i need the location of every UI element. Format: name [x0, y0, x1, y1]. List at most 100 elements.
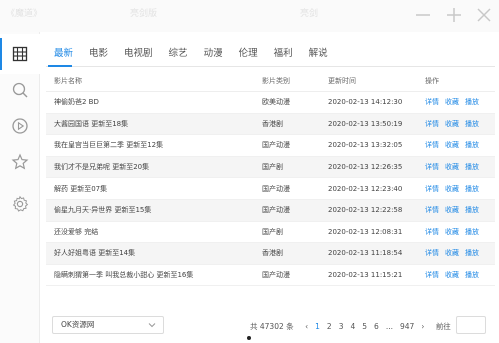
goto-label: 前往 [435, 321, 451, 331]
active-tab-indicator [48, 65, 72, 67]
play-link[interactable]: 播放 [465, 140, 479, 150]
tab-1[interactable]: 电影 [81, 44, 116, 64]
category-tabs: 最新 电影 电视剧 综艺 动漫 伦理 福利 解说 [46, 44, 336, 68]
details-link[interactable]: 详情 [425, 270, 439, 280]
row-actions: 详情 收藏 播放 [425, 270, 495, 280]
row-actions: 详情 收藏 播放 [425, 119, 495, 129]
video-table: 影片名称 影片类别 更新时间 操作 神偷奶爸2 BD 欧美动漫 2020-02-13… [46, 70, 495, 287]
sidebar-item-settings[interactable] [0, 184, 40, 224]
video-update-time: 2020-02-13 12:26:35 [328, 163, 403, 172]
favorite-link[interactable]: 收藏 [445, 119, 459, 129]
play-link[interactable]: 播放 [465, 270, 479, 280]
favorite-link[interactable]: 收藏 [445, 184, 459, 194]
details-link[interactable]: 详情 [425, 184, 439, 194]
pagination: 共 47302 条 ‹ 1 2 3 4 5 6... 947 › 前往 [250, 319, 451, 333]
tab-4[interactable]: 动漫 [196, 44, 231, 64]
play-link[interactable]: 播放 [465, 97, 479, 107]
source-select[interactable]: OK资源网 [52, 316, 164, 334]
details-link[interactable]: 详情 [425, 140, 439, 150]
video-name: 我们才不是兄弟呢 更新至20集 [54, 163, 150, 172]
video-update-time: 2020-02-13 13:50:19 [328, 119, 403, 128]
minus-icon [416, 14, 430, 16]
favorite-link[interactable]: 收藏 [445, 227, 459, 237]
close-icon [477, 8, 491, 22]
sidebar-item-favorites[interactable] [0, 142, 40, 182]
row-actions: 详情 收藏 播放 [425, 248, 495, 258]
details-link[interactable]: 详情 [425, 205, 439, 215]
play-link[interactable]: 播放 [465, 162, 479, 172]
tab-7[interactable]: 解说 [301, 44, 336, 64]
video-name: 大酱园国语 更新至18集 [54, 119, 129, 128]
favorite-link[interactable]: 收藏 [445, 248, 459, 258]
row-actions: 详情 收藏 播放 [425, 227, 495, 237]
minimize-button[interactable] [414, 6, 432, 24]
tab-3[interactable]: 综艺 [161, 44, 196, 64]
page-button[interactable]: 6 [371, 322, 383, 331]
details-link[interactable]: 详情 [425, 119, 439, 129]
search-icon [12, 82, 28, 98]
film-grid-icon [12, 46, 28, 62]
table-row: 我在皇宫当巨巨第二季 更新至12集 国产动漫 2020-02-13 13:32:05… [46, 135, 495, 157]
tab-0[interactable]: 最新 [46, 44, 81, 64]
source-select-value: OK资源网 [61, 320, 95, 329]
sidebar-item-search[interactable] [0, 70, 40, 110]
details-link[interactable]: 详情 [425, 162, 439, 172]
play-link[interactable]: 播放 [465, 119, 479, 129]
tab-5[interactable]: 伦理 [231, 44, 266, 64]
play-link[interactable]: 播放 [465, 227, 479, 237]
add-window-button[interactable] [445, 6, 463, 24]
row-actions: 详情 收藏 播放 [425, 140, 495, 150]
table-row: 大酱园国语 更新至18集 香港剧 2020-02-13 13:50:19 详情 收藏 播放 [46, 113, 495, 136]
favorite-link[interactable]: 收藏 [445, 162, 459, 172]
indicator-dot [247, 336, 251, 340]
page-button[interactable]: 5 [359, 322, 371, 331]
favorite-link[interactable]: 收藏 [445, 205, 459, 215]
goto-page-input[interactable] [456, 316, 486, 334]
column-header-ops: 操作 [425, 76, 439, 85]
video-name: 偷星九月天·异世界 更新至15集 [54, 206, 152, 215]
video-type: 欧美动漫 [262, 98, 290, 107]
column-header-time: 更新时间 [328, 76, 356, 85]
sidebar [0, 32, 40, 343]
table-row: 还没爱够 完结 国产剧 2020-02-13 12:08:31 详情 收藏 播放 [46, 222, 495, 244]
details-link[interactable]: 详情 [425, 227, 439, 237]
ghost-text-left: 《魔道》 [6, 9, 43, 19]
tab-6[interactable]: 福利 [266, 44, 301, 64]
total-count: 共 47302 条 [250, 321, 294, 331]
page-button[interactable]: 947 [396, 322, 417, 331]
video-update-time: 2020-02-13 12:23:40 [328, 184, 403, 193]
video-name: 隐瞒刺猬第一季 叫我总裁小甜心 更新至16集 [54, 271, 194, 280]
sidebar-item-film[interactable] [0, 34, 40, 74]
video-type: 国产动漫 [262, 206, 290, 215]
prev-page-button[interactable]: ‹ [302, 322, 312, 331]
video-name: 我在皇宫当巨巨第二季 更新至12集 [54, 141, 164, 150]
ghost-text-middle: 亮剑版 [130, 9, 158, 19]
video-type: 国产动漫 [262, 271, 290, 280]
chevron-down-icon [148, 323, 156, 328]
row-actions: 详情 收藏 播放 [425, 162, 495, 172]
video-type: 国产动漫 [262, 184, 290, 193]
table-header: 影片名称 影片类别 更新时间 操作 [46, 70, 495, 92]
video-update-time: 2020-02-13 11:15:21 [328, 271, 403, 280]
sidebar-item-play[interactable] [0, 106, 40, 146]
page-button[interactable]: 4 [347, 322, 359, 331]
play-link[interactable]: 播放 [465, 205, 479, 215]
favorite-link[interactable]: 收藏 [445, 140, 459, 150]
details-link[interactable]: 详情 [425, 97, 439, 107]
app-window: 《魔道》 亮剑版 亮剑 最新 电影 电视剧 综艺 动漫 伦理 福利 解说 影片名… [0, 0, 499, 343]
video-type: 香港剧 [262, 249, 283, 258]
favorite-link[interactable]: 收藏 [445, 97, 459, 107]
next-page-button[interactable]: › [418, 322, 428, 331]
play-link[interactable]: 播放 [465, 248, 479, 258]
page-button[interactable]: 2 [323, 322, 335, 331]
details-link[interactable]: 详情 [425, 248, 439, 258]
page-button[interactable]: 1 [312, 322, 324, 331]
video-name: 神偷奶爸2 BD [54, 98, 99, 107]
play-link[interactable]: 播放 [465, 184, 479, 194]
table-row: 隐瞒刺猬第一季 叫我总裁小甜心 更新至16集 国产动漫 2020-02-13 11:… [46, 265, 495, 287]
favorite-link[interactable]: 收藏 [445, 270, 459, 280]
close-button[interactable] [475, 6, 493, 24]
table-row: 我们才不是兄弟呢 更新至20集 国产剧 2020-02-13 12:26:35 详情收… [46, 156, 495, 179]
tab-2[interactable]: 电视剧 [116, 44, 161, 64]
page-button[interactable]: 3 [335, 322, 347, 331]
